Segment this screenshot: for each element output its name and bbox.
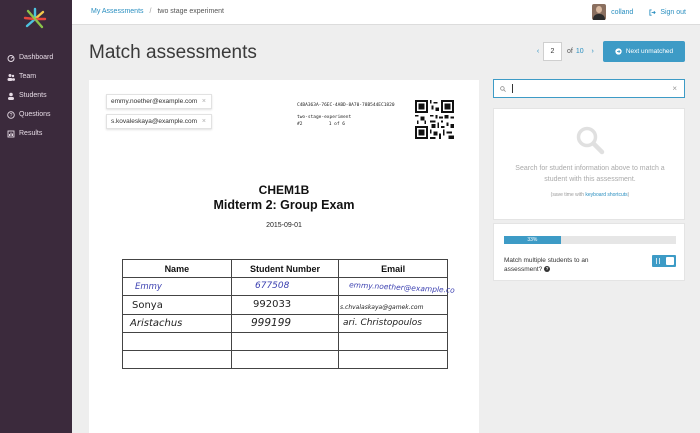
next-unmatched-label: Next unmatched (625, 48, 674, 55)
help-icon[interactable]: ? (544, 266, 551, 273)
course-code: CHEM1B (258, 183, 310, 197)
handwritten-number: 999199 (251, 317, 292, 329)
sign-out-link[interactable]: Sign out (649, 9, 686, 16)
search-hint-panel: Search for student information above to … (493, 108, 685, 220)
column-header-name: Name (122, 259, 232, 278)
shortcut-hint: (save time with keyboard shortcuts) (494, 192, 686, 198)
sidebar-item-students[interactable]: Students (0, 86, 72, 105)
sidebar-item-results[interactable]: Results (0, 124, 72, 143)
breadcrumb-separator: / (149, 8, 152, 15)
exam-date: 2015-09-01 (266, 222, 302, 229)
matching-progress-bar: 33% (504, 236, 676, 244)
search-icon (500, 85, 506, 92)
sidebar-item-dashboard[interactable]: Dashboard (0, 48, 72, 67)
sidebar: Dashboard Team Students ? Questions Resu… (0, 0, 72, 433)
sidebar-item-label: Team (19, 73, 37, 80)
exam-page-info: #2 1 of 6 (297, 121, 345, 128)
username-link[interactable]: colland (611, 9, 633, 16)
avatar[interactable] (592, 4, 607, 20)
top-bar: My Assessments / two stage experiment co… (72, 0, 700, 25)
handwritten-number: 992033 (253, 299, 292, 310)
results-icon (7, 130, 15, 138)
progress-panel: 33% Match multiple students to an assess… (493, 223, 685, 281)
handwritten-name: Aristachus (130, 318, 183, 329)
breadcrumb-my-assessments[interactable]: My Assessments (91, 8, 144, 15)
chip-email: emmy.noether@example.com (111, 98, 198, 105)
search-hint-text: Search for student information above to … (515, 165, 665, 183)
handwritten-email: ari. Christopoulos (343, 318, 422, 328)
keyboard-shortcuts-link[interactable]: keyboard shortcuts (585, 192, 627, 198)
table-row (122, 331, 448, 352)
sign-out-icon (649, 8, 657, 16)
page-total-link[interactable]: 10 (576, 48, 584, 55)
toggle-grip-icon (656, 258, 660, 264)
text-cursor (512, 84, 513, 93)
exam-name: Midterm 2: Group Exam (213, 198, 355, 212)
match-multiple-label: Match multiple students to an assessment… (504, 256, 614, 274)
sidebar-item-label: Dashboard (19, 54, 54, 61)
sidebar-item-label: Results (19, 130, 43, 137)
arrow-circle-right-icon (615, 48, 622, 55)
next-page-button[interactable]: › (589, 48, 597, 55)
dashboard-icon (7, 54, 15, 62)
sidebar-item-team[interactable]: Team (0, 67, 72, 86)
handwritten-email: s.chvalaskaya@gamek.com (340, 304, 424, 311)
prev-page-button[interactable]: ‹ (534, 48, 542, 55)
student-info-table: Name Student Number Email (122, 259, 448, 370)
matched-student-chip: emmy.noether@example.com × (106, 94, 212, 109)
students-icon (7, 92, 15, 100)
handwritten-number: 677508 (255, 281, 290, 291)
column-header-student-number: Student Number (230, 259, 340, 278)
student-search-input[interactable]: × (493, 79, 685, 98)
toggle-knob (666, 257, 674, 265)
page-number-input[interactable]: 2 (543, 42, 562, 61)
table-header-row: Name Student Number Email (122, 259, 448, 278)
chip-email: s.kovaleskaya@example.com (111, 118, 198, 125)
user-area: colland Sign out (592, 4, 686, 20)
next-unmatched-button[interactable]: Next unmatched (603, 41, 685, 62)
breadcrumb-current: two stage experiment (157, 8, 225, 15)
matched-student-chip: s.kovaleskaya@example.com × (106, 114, 212, 129)
sidebar-nav: Dashboard Team Students ? Questions Resu… (0, 48, 72, 143)
exam-identifier: C4BA363A-76EC-4ABD-8A70-78B544EC1820 two… (297, 102, 395, 128)
exam-number: #2 (297, 122, 303, 127)
handwritten-name: Emmy (135, 282, 162, 292)
app-logo-icon[interactable] (22, 6, 48, 32)
exam-uuid: C4BA363A-76EC-4ABD-8A70-78B544EC1820 (297, 103, 395, 108)
questions-icon: ? (7, 110, 15, 119)
page-title: Match assessments (89, 42, 257, 63)
exam-page-of: 1 of 6 (328, 122, 345, 127)
svg-text:?: ? (10, 113, 13, 119)
remove-chip-button[interactable]: × (202, 118, 206, 125)
page-of-label: of (567, 48, 573, 55)
exam-code: two-stage-experiment (297, 115, 352, 120)
match-multiple-toggle[interactable] (652, 255, 676, 267)
table-row (122, 350, 448, 370)
shortcut-hint-prefix: (save time with (550, 192, 586, 198)
qr-code-icon (415, 100, 454, 139)
progress-fill: 33% (504, 236, 561, 244)
pager: ‹ 2 of 10 › (534, 42, 597, 61)
sidebar-item-questions[interactable]: ? Questions (0, 105, 72, 124)
remove-chip-button[interactable]: × (202, 98, 206, 105)
handwritten-name: Sonya (132, 300, 163, 311)
breadcrumb: My Assessments / two stage experiment (91, 8, 224, 15)
team-icon (7, 73, 15, 81)
sidebar-item-label: Questions (19, 111, 51, 118)
search-icon (576, 126, 605, 155)
clear-search-button[interactable]: × (672, 84, 677, 93)
column-header-email: Email (338, 259, 448, 278)
sign-out-label: Sign out (660, 8, 686, 16)
assessment-scan: emmy.noether@example.com × s.kovaleskaya… (89, 80, 479, 433)
shortcut-hint-suffix: ) (627, 192, 630, 198)
sidebar-item-label: Students (19, 92, 47, 99)
